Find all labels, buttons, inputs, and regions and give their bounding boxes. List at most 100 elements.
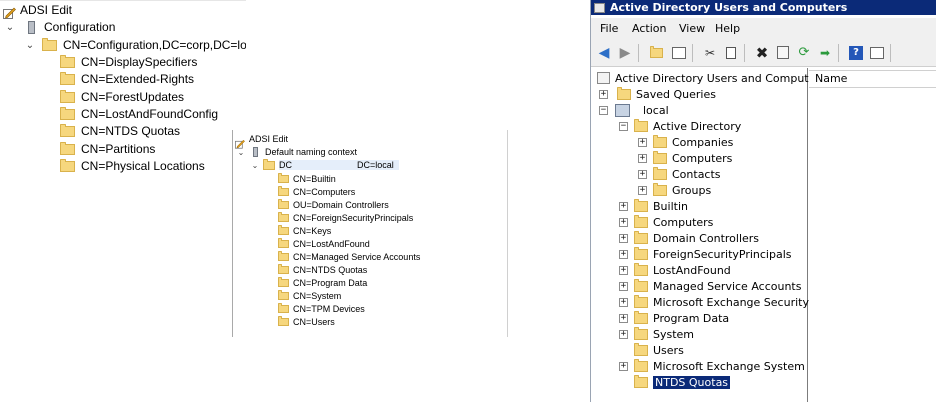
expand-plus-icon[interactable]: +	[619, 249, 628, 259]
collapse-minus-icon[interactable]: −	[599, 105, 608, 115]
panel-top-border	[0, 0, 246, 1]
details-pane[interactable]: Name	[809, 68, 936, 402]
tree-item[interactable]: CN=System	[278, 290, 341, 302]
tree-item[interactable]: CN=ForestUpdates	[60, 89, 184, 105]
tree-item[interactable]: CN=Computers	[278, 186, 355, 198]
expand-plus-icon[interactable]: +	[619, 281, 628, 291]
tree-item[interactable]: + Computers	[638, 150, 732, 166]
tree-node-configuration[interactable]: ⌄ Configuration	[4, 19, 116, 35]
tree-item[interactable]: CN=Keys	[278, 225, 331, 237]
tree-item[interactable]: CN=Partitions	[60, 141, 155, 157]
server-icon	[28, 20, 35, 34]
tree-item[interactable]: + Domain Controllers	[619, 230, 759, 246]
tree-item[interactable]: CN=LostAndFoundConfig	[60, 106, 218, 122]
tree-item[interactable]: + Groups	[638, 182, 711, 198]
expand-plus-icon[interactable]: +	[619, 361, 628, 371]
tree-node-domain[interactable]: − local	[599, 102, 669, 118]
tree-item-label: CN=Physical Locations	[81, 159, 205, 173]
tree-item[interactable]: CN=NTDS Quotas	[278, 264, 367, 276]
chevron-down-icon[interactable]: ⌄	[4, 22, 16, 33]
menu-view[interactable]: View	[679, 22, 705, 35]
menu-help[interactable]: Help	[715, 22, 740, 35]
expand-plus-icon[interactable]: +	[599, 89, 608, 99]
chevron-down-icon[interactable]: ⌄	[237, 148, 245, 157]
tree-item[interactable]: CN=TPM Devices	[278, 303, 365, 315]
folder-icon	[278, 303, 289, 313]
folder-icon	[278, 186, 289, 196]
cut-icon[interactable]: ✂	[701, 44, 719, 61]
tree-item[interactable]: OU=Domain Controllers	[278, 199, 389, 211]
window-titlebar[interactable]: Active Directory Users and Computers	[591, 0, 936, 15]
tree-item[interactable]: CN=Program Data	[278, 277, 367, 289]
back-arrow-icon[interactable]: ◀	[595, 44, 613, 61]
tree-item[interactable]: CN=NTDS Quotas	[60, 123, 180, 139]
domain-dc-value: DC=local	[357, 160, 394, 170]
expand-plus-icon[interactable]: +	[638, 185, 647, 195]
menu-file[interactable]: File	[600, 22, 618, 35]
tree-item-selected[interactable]: NTDS Quotas	[634, 374, 731, 390]
tree-item[interactable]: + System	[619, 326, 694, 342]
tree-item-label: System	[653, 327, 695, 341]
folder-icon	[60, 89, 75, 103]
tree-item[interactable]: + ForeignSecurityPrincipals	[619, 246, 792, 262]
up-one-level-icon[interactable]	[647, 44, 665, 61]
tree-node-domain[interactable]: ⌄ DC DC=local	[251, 158, 399, 171]
folder-icon	[278, 173, 289, 183]
tree-item[interactable]: CN=Extended-Rights	[60, 71, 194, 87]
expand-plus-icon[interactable]: +	[619, 297, 628, 307]
tree-item[interactable]: + LostAndFound	[619, 262, 731, 278]
expand-plus-icon[interactable]: +	[619, 217, 628, 227]
tree-node-saved-queries[interactable]: + Saved Queries	[599, 86, 716, 102]
tree-item[interactable]: Users	[634, 342, 684, 358]
adsi-edit-root[interactable]: ADSI Edit	[3, 2, 73, 19]
expand-plus-icon[interactable]: +	[619, 313, 628, 323]
adsi-edit-title: ADSI Edit	[20, 3, 73, 17]
menu-action[interactable]: Action	[632, 22, 666, 35]
tree-item[interactable]: CN=Managed Service Accounts	[278, 251, 420, 263]
tree-item[interactable]: + Microsoft Exchange System Ob	[619, 358, 824, 374]
export-list-icon[interactable]: ➡	[816, 44, 834, 61]
copy-icon[interactable]	[722, 44, 740, 61]
delete-icon[interactable]: ✖	[753, 44, 771, 62]
tree-item[interactable]: CN=Builtin	[278, 173, 336, 185]
tree-item[interactable]: CN=Physical Locations	[60, 158, 205, 174]
tree-item-label: CN=System	[293, 291, 342, 301]
tree-node-configuration-dn[interactable]: ⌄ CN=Configuration,DC=corp,DC=loc	[24, 37, 246, 53]
tree-item[interactable]: + Program Data	[619, 310, 729, 326]
tree-item[interactable]: CN=Users	[278, 316, 335, 328]
tree-node-root[interactable]: Active Directory Users and Computers	[597, 70, 826, 86]
show-hide-console-tree-icon[interactable]	[670, 44, 688, 61]
tree-item[interactable]: + Managed Service Accounts	[619, 278, 801, 294]
tree-item[interactable]: + Companies	[638, 134, 733, 150]
expand-plus-icon[interactable]: +	[619, 265, 628, 275]
expand-plus-icon[interactable]: +	[619, 329, 628, 339]
properties-icon[interactable]	[774, 44, 792, 61]
expand-plus-icon[interactable]: +	[619, 233, 628, 243]
chevron-down-icon[interactable]: ⌄	[24, 40, 36, 51]
tree-item[interactable]: + Contacts	[638, 166, 721, 182]
tree-item[interactable]: CN=LostAndFound	[278, 238, 370, 250]
tree-node-active-directory[interactable]: − Active Directory	[619, 118, 741, 134]
forward-arrow-icon[interactable]: ▶	[616, 44, 634, 61]
console-tree[interactable]: Active Directory Users and Computers + S…	[591, 68, 826, 402]
tree-item[interactable]: + Computers	[619, 214, 713, 230]
tree-item[interactable]: CN=ForeignSecurityPrincipals	[278, 212, 413, 224]
tree-node-default-naming-context[interactable]: ⌄ Default naming context	[237, 146, 357, 158]
toolbar-separator	[744, 44, 745, 62]
chevron-down-icon[interactable]: ⌄	[251, 161, 259, 170]
refresh-icon[interactable]: ⟳	[795, 44, 813, 61]
show-action-pane-icon[interactable]	[868, 44, 886, 61]
tree-item[interactable]: CN=DisplaySpecifiers	[60, 54, 197, 70]
expand-plus-icon[interactable]: +	[619, 201, 628, 211]
expand-plus-icon[interactable]: +	[638, 153, 647, 163]
column-header-name[interactable]: Name	[809, 70, 936, 88]
adsi-edit-configuration-panel: ADSI Edit ⌄ Configuration ⌄ CN=Configura…	[0, 0, 246, 175]
expand-plus-icon[interactable]: +	[638, 137, 647, 147]
expand-plus-icon[interactable]: +	[638, 169, 647, 179]
collapse-minus-icon[interactable]: −	[619, 121, 628, 131]
help-icon[interactable]: ?	[847, 44, 865, 61]
tree-item-label: CN=LostAndFound	[293, 239, 370, 249]
adsi-edit-root[interactable]: ADSI Edit	[235, 133, 288, 149]
tree-item[interactable]: + Builtin	[619, 198, 688, 214]
tree-item[interactable]: + Microsoft Exchange Security Gr	[619, 294, 826, 310]
